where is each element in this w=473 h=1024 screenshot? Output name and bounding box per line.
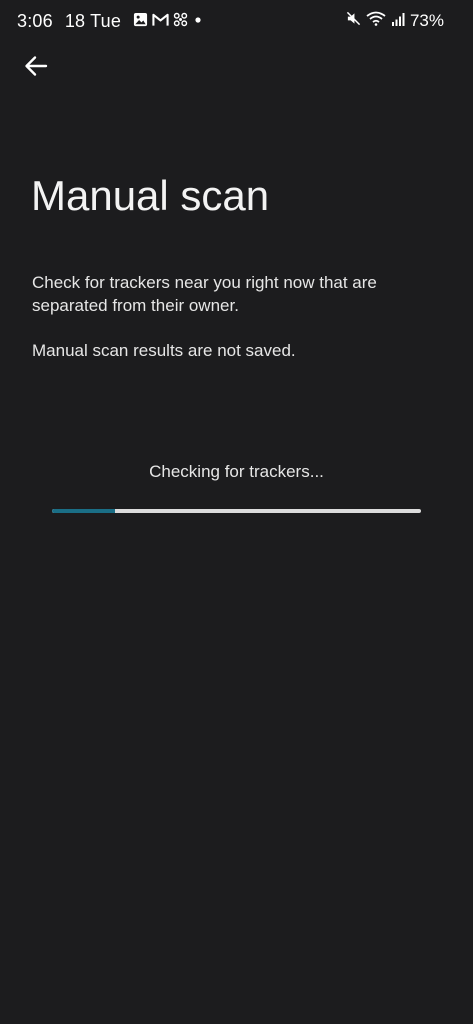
notification-icons [133,11,204,32]
scan-status-text: Checking for trackers... [149,462,324,481]
scan-progress-bar [52,509,421,513]
clock: 3:06 [17,11,53,31]
status-bar-left: 3:06 18 Tue [17,11,204,32]
dot-icon [192,11,204,32]
status-bar: 3:06 18 Tue 73% [0,0,473,44]
battery-level: 73% [409,11,444,30]
scan-note: Manual scan results are not saved. [32,341,296,360]
scan-progress-fill [52,509,115,513]
mute-icon [346,11,361,31]
back-button[interactable] [20,54,52,82]
scan-description: Check for trackers near you right now th… [32,273,377,315]
status-bar-right: 73% [346,11,444,31]
page-title: Manual scan [31,172,270,219]
pinwheel-icon [173,11,188,32]
date: 18 Tue [64,11,122,31]
wifi-icon [366,11,386,31]
gmail-icon [152,11,169,32]
signal-icon [391,11,405,31]
arrow-back-icon [24,55,48,82]
gallery-icon [133,11,148,32]
